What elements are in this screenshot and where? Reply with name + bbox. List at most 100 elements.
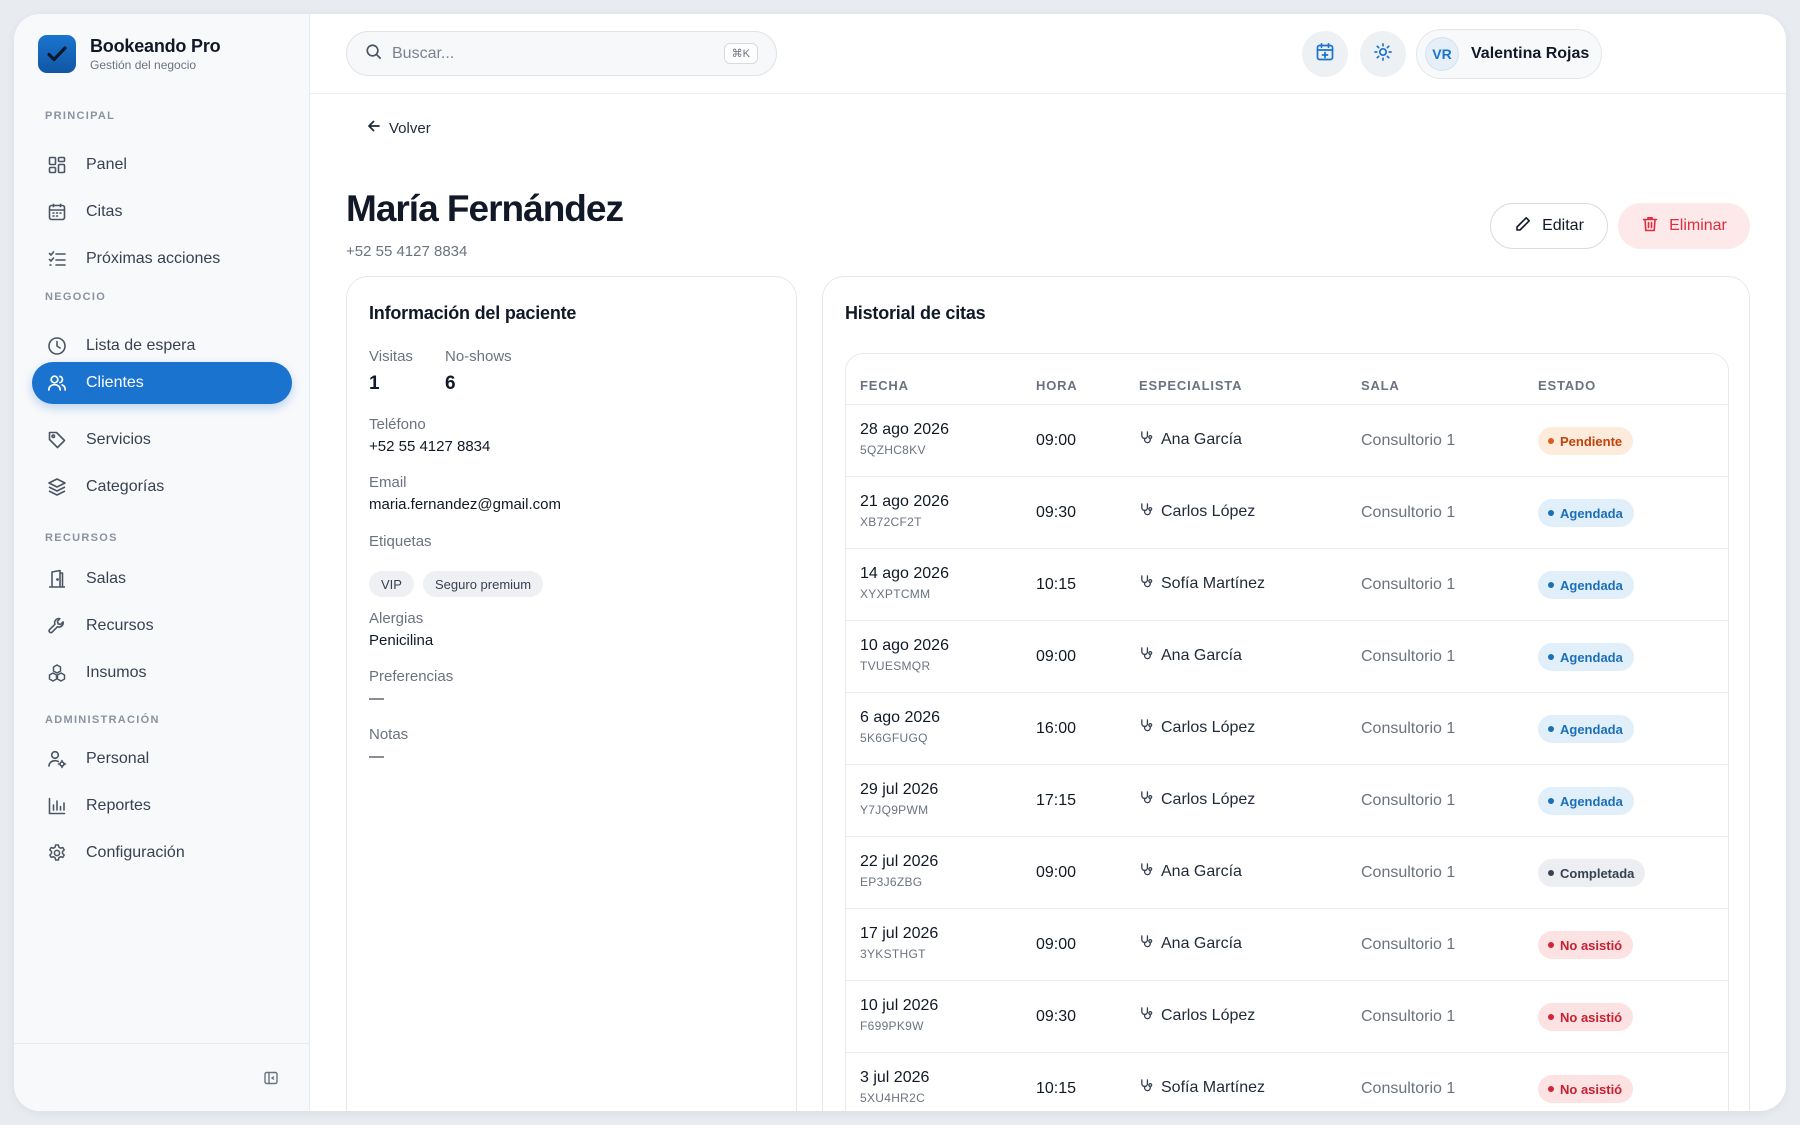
sidebar-item-lista-espera[interactable]: Lista de espera [32,325,292,367]
sidebar-item-insumos[interactable]: Insumos [32,652,292,694]
sidebar-item-panel[interactable]: Panel [32,144,292,186]
appointment-date: 21 ago 2026 [860,493,949,510]
appointment-room: Consultorio 1 [1361,864,1456,881]
table-row[interactable]: 10 jul 2026 F699PK9W 09:30 Carlos López Cons… [846,980,1728,1052]
table-row[interactable]: 6 ago 2026 5K6GFUGQ 16:00 Carlos López Consu… [846,692,1728,764]
specialist-name: Carlos López [1161,1007,1256,1024]
tags-label: Etiquetas [369,533,432,550]
status-dot [1548,870,1554,876]
sidebar-item-personal[interactable]: Personal [32,738,292,780]
sidebar-item-label: Clientes [86,374,144,391]
section-administracion: ADMINISTRACIÓN [45,714,160,726]
appointment-time: 16:00 [1036,720,1077,737]
tag-chip: VIP [369,571,414,597]
avatar: VR [1425,37,1459,71]
status-badge: Agendada [1538,715,1634,743]
appointment-specialist: Carlos López [1139,790,1255,810]
sidebar-item-citas[interactable]: Citas [32,191,292,233]
sidebar-item-label: Reportes [86,797,151,814]
sidebar-item-clientes[interactable]: Clientes [32,362,292,404]
appointment-code: 5QZHC8KV [860,443,926,457]
appointment-specialist: Carlos López [1139,502,1255,522]
stethoscope-icon [1139,718,1154,738]
edit-button[interactable]: Editar [1490,203,1608,249]
user-menu[interactable]: VR Valentina Rojas [1416,29,1602,79]
appointment-date: 17 jul 2026 [860,925,939,942]
status-label: Completada [1560,865,1635,881]
search-input[interactable]: Buscar... ⌘K [346,31,777,76]
sidebar-item-label: Citas [86,203,123,220]
appointment-room: Consultorio 1 [1361,1008,1456,1025]
table-row[interactable]: 3 jul 2026 5XU4HR2C 10:15 Sofía Martínez Con… [846,1052,1728,1111]
appointment-date: 6 ago 2026 [860,709,941,726]
table-row[interactable]: 21 ago 2026 XB72CF2T 09:30 Carlos López Cons… [846,476,1728,548]
appointment-time: 09:00 [1036,936,1077,953]
phone-value: +52 55 4127 8834 [369,438,491,455]
search-placeholder: Buscar... [392,44,455,62]
sidebar-item-categorias[interactable]: Categorías [32,466,292,508]
table-row[interactable]: 14 ago 2026 XYXPTCMM 10:15 Sofía Martínez Co… [846,548,1728,620]
stethoscope-icon [1139,1078,1154,1098]
brand[interactable]: Bookeando Pro Gestión del negocio [38,35,221,73]
column-header: ESTADO [1538,378,1597,393]
clock-icon [46,335,68,357]
stethoscope-icon [1139,646,1154,666]
status-label: Agendada [1560,649,1623,665]
appointment-room: Consultorio 1 [1361,1080,1456,1097]
logo-check-icon [38,35,76,73]
sidebar-item-salas[interactable]: Salas [32,558,292,600]
column-header: ESPECIALISTA [1139,378,1243,393]
back-link[interactable]: Volver [366,118,431,138]
noshows-label: No-shows [445,348,512,365]
status-badge: No asistió [1538,931,1634,959]
stethoscope-icon [1139,430,1154,450]
sidebar-item-recursos[interactable]: Recursos [32,605,292,647]
appointment-date: 14 ago 2026 [860,565,949,582]
sidebar-item-label: Insumos [86,664,147,681]
collapse-sidebar-icon[interactable] [263,1070,279,1091]
status-badge: Agendada [1538,787,1634,815]
appointment-time: 10:15 [1036,1080,1077,1097]
table-row[interactable]: 29 jul 2026 Y7JQ9PWM 17:15 Carlos López Cons… [846,764,1728,836]
trash-icon [1641,215,1659,238]
sidebar-item-reportes[interactable]: Reportes [32,785,292,827]
table-row[interactable]: 28 ago 2026 5QZHC8KV 09:00 Ana García Consul… [846,404,1728,476]
stethoscope-icon [1139,862,1154,882]
appointment-code: 5XU4HR2C [860,1091,926,1105]
specialist-name: Sofía Martínez [1161,575,1266,592]
appointment-code: XYXPTCMM [860,587,931,601]
status-badge: No asistió [1538,1003,1634,1031]
appointment-date: 22 jul 2026 [860,853,939,870]
door-icon [46,568,68,590]
new-appointment-button[interactable] [1302,31,1348,77]
status-dot [1548,654,1554,660]
page-subtitle-phone: +52 55 4127 8834 [346,243,468,260]
table-row[interactable]: 10 ago 2026 TVUESMQR 09:00 Ana García Consul… [846,620,1728,692]
appointment-room: Consultorio 1 [1361,648,1456,665]
sidebar: Bookeando Pro Gestión del negocio PRINCI… [14,14,310,1111]
sidebar-item-servicios[interactable]: Servicios [32,419,292,461]
status-badge: No asistió [1538,1075,1634,1103]
appointment-code: Y7JQ9PWM [860,803,929,817]
patient-info-card: Información del paciente Visitas 1 No-sh… [346,276,797,1111]
users-icon [46,372,68,394]
appointment-date: 28 ago 2026 [860,421,949,438]
appointment-time: 09:00 [1036,648,1077,665]
delete-button[interactable]: Eliminar [1618,203,1750,249]
status-badge: Pendiente [1538,427,1634,455]
sidebar-item-configuracion[interactable]: Configuración [32,832,292,874]
table-row[interactable]: 22 jul 2026 EP3J6ZBG 09:00 Ana García Consul… [846,836,1728,908]
appointment-room: Consultorio 1 [1361,936,1456,953]
appointment-specialist: Sofía Martínez [1139,1078,1265,1098]
gear-icon [46,842,68,864]
appointment-specialist: Carlos López [1139,1006,1255,1026]
wrench-icon [46,615,68,637]
theme-toggle-button[interactable] [1360,31,1406,77]
calendar-icon [46,201,68,223]
appointment-code: 5K6GFUGQ [860,731,928,745]
sidebar-item-label: Lista de espera [86,337,196,354]
table-row[interactable]: 17 jul 2026 3YKSTHGT 09:00 Ana García Consul… [846,908,1728,980]
visits-value: 1 [369,373,380,394]
sidebar-item-proximas-acciones[interactable]: Próximas acciones [32,238,292,280]
status-dot [1548,510,1554,516]
